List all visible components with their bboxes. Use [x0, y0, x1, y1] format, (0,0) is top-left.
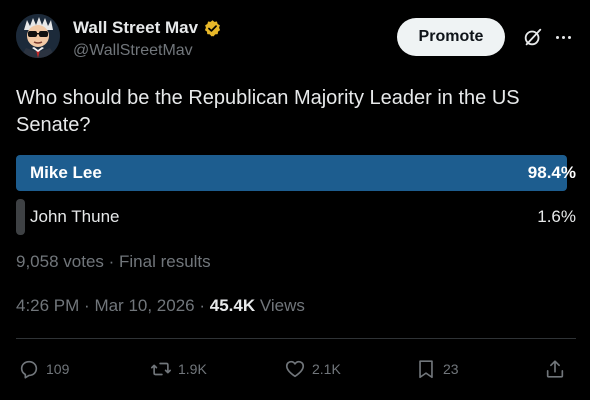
poll-meta: 9,058 votes · Final results — [16, 252, 211, 271]
poll-option-percent: 98.4% — [527, 163, 576, 182]
post-time[interactable]: 4:26 PM — [16, 296, 79, 315]
separator-dot: · — [84, 296, 95, 315]
action-bar: 109 1.9K 2.1K 23 — [16, 356, 576, 382]
poll-result-bar — [16, 199, 25, 235]
repost-count: 1.9K — [178, 361, 207, 377]
poll-option-label: John Thune — [30, 207, 120, 226]
post-timestamp: 4:26 PM · Mar 10, 2026 · 45.4K Views — [16, 296, 305, 316]
repost-button[interactable]: 1.9K — [150, 356, 207, 382]
display-name-row: Wall Street Mav — [73, 17, 222, 39]
like-button[interactable]: 2.1K — [284, 356, 341, 382]
heart-icon — [285, 360, 305, 378]
share-button[interactable] — [544, 356, 566, 382]
share-icon — [546, 360, 564, 378]
avatar[interactable] — [16, 14, 60, 58]
separator-dot: · — [199, 296, 210, 315]
poll-option-label: Mike Lee — [30, 163, 102, 182]
poll-option: Mike Lee 98.4% — [16, 155, 576, 191]
views-label: Views — [259, 296, 305, 315]
views-count: 45.4K — [209, 296, 256, 315]
bookmark-button[interactable]: 23 — [415, 356, 459, 382]
poll-option: John Thune 1.6% — [16, 199, 576, 235]
display-name[interactable]: Wall Street Mav — [73, 18, 198, 38]
reply-icon — [20, 360, 38, 379]
avatar-image — [16, 14, 60, 58]
promote-button[interactable]: Promote — [397, 18, 505, 56]
reply-button[interactable]: 109 — [18, 356, 69, 382]
poll: Mike Lee 98.4% John Thune 1.6% — [16, 155, 576, 243]
tweet-header: Wall Street Mav @WallStreetMav Promote — [16, 14, 574, 64]
more-options-icon[interactable] — [552, 26, 574, 48]
divider — [16, 338, 576, 339]
tweet-text: Who should be the Republican Majority Le… — [16, 87, 520, 136]
verified-badge-icon[interactable] — [203, 19, 222, 38]
post-date[interactable]: Mar 10, 2026 — [94, 296, 194, 315]
user-names: Wall Street Mav @WallStreetMav — [73, 17, 222, 60]
repost-icon — [151, 362, 171, 376]
grok-icon[interactable] — [522, 26, 544, 48]
bookmark-count: 23 — [443, 361, 459, 377]
poll-option-percent: 1.6% — [537, 207, 576, 226]
bookmark-icon — [419, 360, 433, 379]
like-count: 2.1K — [312, 361, 341, 377]
reply-count: 109 — [46, 361, 70, 377]
user-handle[interactable]: @WallStreetMav — [73, 42, 222, 60]
